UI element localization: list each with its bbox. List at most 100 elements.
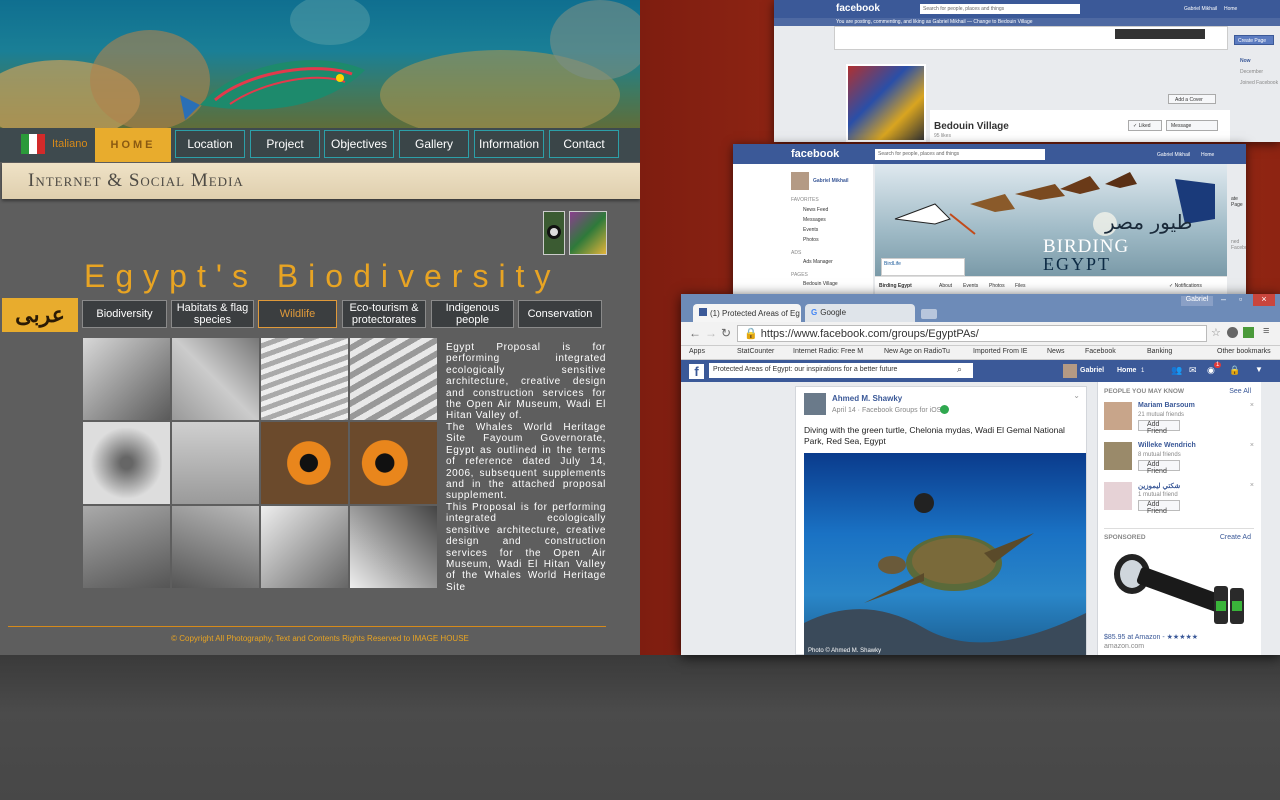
create-page-button[interactable]: Create Page (1234, 35, 1274, 45)
subnav-ecotourism[interactable]: Eco-tourism & protectorates (342, 300, 426, 328)
forward-icon[interactable]: → (705, 326, 717, 340)
bookmark-banking[interactable]: Banking (1147, 348, 1172, 355)
bookmark-apps[interactable]: Apps (689, 348, 705, 355)
bookmark-internet-radio[interactable]: Internet Radio: Free M (793, 348, 863, 355)
nav-gallery[interactable]: Gallery (399, 130, 469, 158)
turtle-photo[interactable]: Photo © Ahmed M. Shawky (804, 453, 1086, 655)
search-icon[interactable]: ⌕ (957, 364, 962, 375)
friend-avatar-3[interactable] (1104, 482, 1132, 510)
account-dropdown-icon[interactable]: ▼ (1255, 365, 1263, 374)
friend-name-3[interactable]: شكتي ليموزين (1138, 482, 1180, 490)
sidebar-photos[interactable]: Photos (803, 237, 819, 243)
bookmark-new-age[interactable]: New Age on RadioTu (884, 348, 950, 355)
fb-home-link[interactable]: Home (1224, 6, 1237, 12)
subnav-habitats[interactable]: Habitats & flag species (171, 300, 254, 328)
sidebar-bedouin-village[interactable]: Bedouin Village (803, 281, 838, 287)
post-options-icon[interactable]: ⌄ (1073, 391, 1080, 400)
minimize-icon[interactable]: – (1221, 294, 1226, 304)
timeline-now[interactable]: Now (1240, 58, 1251, 64)
timeline-december[interactable]: December (1240, 69, 1263, 75)
friend-mutual-3[interactable]: 1 mutual friend (1138, 492, 1178, 498)
nav-project[interactable]: Project (250, 130, 320, 158)
bookmark-imported[interactable]: Imported From IE (973, 348, 1027, 355)
language-italiano-link[interactable]: Italiano (52, 138, 87, 150)
fb-search-input[interactable]: Search for people, places and things (920, 4, 1080, 14)
nav-contact[interactable]: Contact (549, 130, 619, 158)
subnav-biodiversity[interactable]: Biodiversity (82, 300, 167, 328)
bookmark-facebook[interactable]: Facebook (1085, 348, 1116, 355)
add-friend-button-2[interactable]: Add Friend (1138, 460, 1180, 475)
photo-dunes-2[interactable] (350, 338, 437, 420)
reload-icon[interactable]: ↻ (721, 326, 731, 340)
friend-name-2[interactable]: Willeke Wendrich (1138, 442, 1196, 449)
flashlight-ad-image[interactable] (1104, 546, 1254, 628)
post-meta[interactable]: April 14 · Facebook Groups for iOS (832, 407, 941, 414)
friend-avatar-1[interactable] (1104, 402, 1132, 430)
friend-mutual-2[interactable]: 8 mutual friends (1138, 452, 1181, 458)
fb-user-name[interactable]: Gabriel Mikhail (1184, 6, 1217, 12)
ad-site[interactable]: amazon.com (1104, 643, 1144, 650)
back-icon[interactable]: ← (689, 326, 701, 340)
profile-avatar[interactable] (791, 172, 809, 190)
friends-icon[interactable]: 👥 (1171, 365, 1182, 376)
tab-about[interactable]: About (939, 283, 952, 289)
facebook-logo[interactable]: facebook (836, 3, 880, 14)
page-profile-picture[interactable] (846, 64, 926, 142)
photo-child-binoculars[interactable] (83, 422, 170, 504)
facebook-logo-2[interactable]: facebook (791, 148, 839, 160)
fb-user-link[interactable]: Gabriel (1080, 367, 1104, 374)
subnav-wildlife[interactable]: Wildlife (258, 300, 337, 328)
extension-green-icon[interactable] (1243, 327, 1254, 338)
photo-photographer[interactable] (261, 506, 348, 588)
post-author[interactable]: Ahmed M. Shawky (832, 394, 902, 403)
lock-menu-icon[interactable]: 🔒 (1229, 365, 1240, 376)
profile-button[interactable]: Gabriel (1181, 296, 1213, 306)
nav-information[interactable]: Information (474, 130, 544, 158)
see-all-link[interactable]: See All (1229, 388, 1251, 395)
ad-price[interactable]: $85.95 at Amazon - ★★★★★ (1104, 633, 1198, 641)
friend-avatar-2[interactable] (1104, 442, 1132, 470)
tab-protected-areas[interactable]: (1) Protected Areas of Eg (693, 304, 801, 322)
nav-objectives[interactable]: Objectives (324, 130, 394, 158)
photo-landscape[interactable] (172, 422, 259, 504)
tab-events[interactable]: Events (963, 283, 978, 289)
dismiss-icon-2[interactable]: × (1250, 442, 1254, 449)
subnav-indigenous[interactable]: Indigenous people (431, 300, 514, 328)
photo-face-2[interactable] (172, 506, 259, 588)
friend-name-1[interactable]: Mariam Barsoum (1138, 402, 1195, 409)
sidebar-news-feed[interactable]: News Feed (803, 207, 828, 213)
liked-button[interactable]: ✓ Liked (1128, 120, 1162, 131)
timeline-joined[interactable]: Joined Facebook (1240, 80, 1278, 86)
arabic-language-button[interactable]: عربى (2, 298, 78, 332)
birding-page-name[interactable]: Birding Egypt (879, 283, 912, 289)
dismiss-icon-3[interactable]: × (1250, 482, 1254, 489)
group-search-input[interactable]: Protected Areas of Egypt: our inspiratio… (709, 363, 973, 378)
create-ad-link[interactable]: Create Ad (1220, 534, 1251, 541)
subnav-conservation[interactable]: Conservation (518, 300, 602, 328)
photo-camera[interactable] (350, 506, 437, 588)
photo-dunes[interactable] (261, 338, 348, 420)
photo-lizard[interactable] (83, 338, 170, 420)
fb-user-name-2[interactable]: Gabriel Mikhail (1157, 152, 1190, 158)
tab-google[interactable]: G Google (805, 304, 915, 322)
sidebar-messages[interactable]: Messages (803, 217, 826, 223)
url-input[interactable]: 🔒 https://www.facebook.com/groups/EgyptP… (737, 325, 1207, 342)
menu-icon[interactable]: ≡ (1263, 325, 1269, 337)
sidebar-events[interactable]: Events (803, 227, 818, 233)
bookmark-news[interactable]: News (1047, 348, 1065, 355)
message-button[interactable]: Message (1166, 120, 1218, 131)
photo-lizard-skin[interactable] (172, 338, 259, 420)
fb-home-link-2[interactable]: Home (1201, 152, 1214, 158)
fb-home-link-3[interactable]: Home (1117, 367, 1136, 374)
close-icon[interactable]: × (1253, 294, 1275, 306)
bookmark-statcounter[interactable]: StatCounter (737, 348, 774, 355)
home-button[interactable]: HOME (95, 128, 171, 162)
notifications-button[interactable]: ✓ Notifications (1169, 283, 1202, 289)
photo-owl-eye-left[interactable] (261, 422, 348, 504)
tab-files[interactable]: Files (1015, 283, 1026, 289)
bookmark-other[interactable]: Other bookmarks (1217, 348, 1271, 355)
author-avatar[interactable] (804, 393, 826, 415)
tab-photos[interactable]: Photos (989, 283, 1005, 289)
maximize-icon[interactable]: ▫ (1239, 294, 1242, 304)
add-friend-button-1[interactable]: Add Friend (1138, 420, 1180, 435)
